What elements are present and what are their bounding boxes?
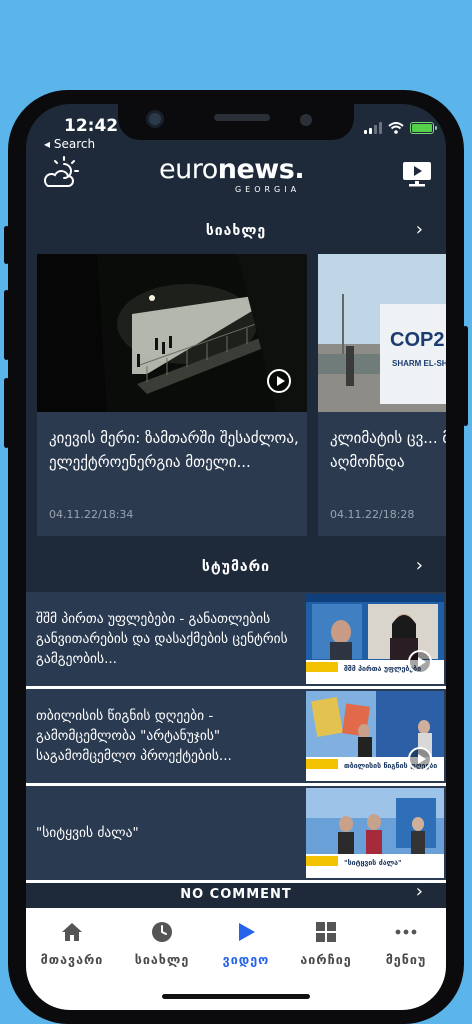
section-latest-title: სიახლე bbox=[205, 223, 267, 239]
news-card-title: კიევის მერი: ზამთარში შესაძლოა, ელექტროე… bbox=[49, 429, 299, 471]
signal-icon bbox=[364, 122, 382, 134]
tab-latest-label: სიახლე bbox=[134, 952, 190, 967]
news-card-title: კლიმატის ცვ... მსოფლიო ღრ... აღმოჩნდა bbox=[330, 429, 446, 471]
list-item-title: "სიტყვის ძალა" bbox=[36, 825, 139, 841]
section-latest-header[interactable]: სიახლე › bbox=[26, 216, 446, 246]
status-icons bbox=[364, 122, 437, 134]
app-screen: 12:42 ◂ Search euronews. GEORGIA სიახლე … bbox=[26, 104, 446, 1010]
list-item-title: შშმ პირთა უფლებები - განათლების განვითარ… bbox=[36, 611, 288, 667]
tab-home[interactable]: მთავარი bbox=[30, 920, 114, 967]
chevron-right-icon: › bbox=[415, 219, 424, 240]
more-icon bbox=[395, 929, 417, 935]
home-icon bbox=[62, 923, 82, 941]
tab-menu[interactable]: მენიუ bbox=[364, 920, 446, 967]
tab-choose[interactable]: აირჩიე bbox=[284, 920, 368, 967]
clock-icon bbox=[152, 922, 172, 942]
list-item-thumbnail: "სიტყვის ძალა" bbox=[306, 788, 444, 878]
list-item[interactable]: "სიტყვის ძალა" "სიტყვის ძალა" bbox=[26, 786, 446, 880]
tab-video-label: ვიდეო bbox=[222, 952, 270, 967]
news-card[interactable]: კიევის მერი: ზამთარში შესაძლოა, ელექტროე… bbox=[37, 254, 307, 536]
section-guest-title: სტუმარი bbox=[201, 559, 271, 575]
app-header: euronews. GEORGIA bbox=[26, 152, 446, 212]
tab-video[interactable]: ვიდეო bbox=[204, 920, 288, 967]
section-guest-header[interactable]: სტუმარი › bbox=[26, 552, 446, 582]
cop-banner-text: COP2 bbox=[390, 329, 444, 351]
list-item-thumbnail: შშმ პირთა უფლებები bbox=[306, 594, 444, 684]
thumbnail-caption: "სიტყვის ძალა" bbox=[344, 859, 402, 867]
status-time: 12:42 bbox=[64, 116, 119, 136]
list-item[interactable]: შშმ პირთა უფლებები - განათლების განვითარ… bbox=[26, 592, 446, 686]
list-item[interactable]: თბილისის წიგნის დღეები - გამომცემლობა "ა… bbox=[26, 689, 446, 783]
notch bbox=[118, 104, 354, 140]
news-card-date: 04.11.22/18:34 bbox=[49, 508, 134, 521]
tab-latest[interactable]: სიახლე bbox=[120, 920, 204, 967]
news-card-image bbox=[37, 254, 307, 412]
section-nocomment-header[interactable]: NO COMMENT › bbox=[26, 880, 446, 908]
bottom-tab-bar: მთავარი სიახლე ვიდეო აირჩიე მენიუ bbox=[26, 908, 446, 1010]
tab-menu-label: მენიუ bbox=[385, 952, 427, 967]
news-card-date: 04.11.22/18:28 bbox=[330, 508, 415, 521]
grid-icon bbox=[316, 922, 336, 942]
cop-banner-sub: SHARM EL-SHEIKH EGYPT 202 bbox=[392, 359, 446, 368]
play-icon bbox=[408, 650, 432, 674]
home-indicator bbox=[162, 994, 310, 999]
list-item-thumbnail: თბილისის წიგნის დღეები bbox=[306, 691, 444, 781]
play-icon bbox=[408, 747, 432, 771]
phone-frame: 12:42 ◂ Search euronews. GEORGIA სიახლე … bbox=[4, 90, 468, 1024]
live-tv-icon[interactable] bbox=[402, 160, 432, 188]
wifi-icon bbox=[388, 122, 404, 134]
section-nocomment-title: NO COMMENT bbox=[180, 886, 292, 902]
news-card[interactable]: COP2 SHARM EL-SHEIKH EGYPT 202 კლიმატის … bbox=[318, 254, 446, 536]
play-icon bbox=[239, 923, 255, 941]
play-icon bbox=[267, 369, 291, 393]
euronews-logo: euronews. GEORGIA bbox=[159, 154, 305, 194]
back-to-search-link[interactable]: ◂ Search bbox=[44, 137, 95, 151]
list-item-title: თბილისის წიგნის დღეები - გამომცემლობა "ა… bbox=[36, 708, 232, 764]
news-card-image: COP2 SHARM EL-SHEIKH EGYPT 202 bbox=[318, 254, 446, 412]
tab-choose-label: აირჩიე bbox=[300, 952, 352, 967]
chevron-right-icon: › bbox=[415, 555, 424, 576]
weather-icon[interactable] bbox=[40, 156, 80, 192]
battery-icon bbox=[410, 122, 437, 134]
tab-home-label: მთავარი bbox=[40, 952, 104, 967]
chevron-right-icon: › bbox=[415, 881, 424, 902]
